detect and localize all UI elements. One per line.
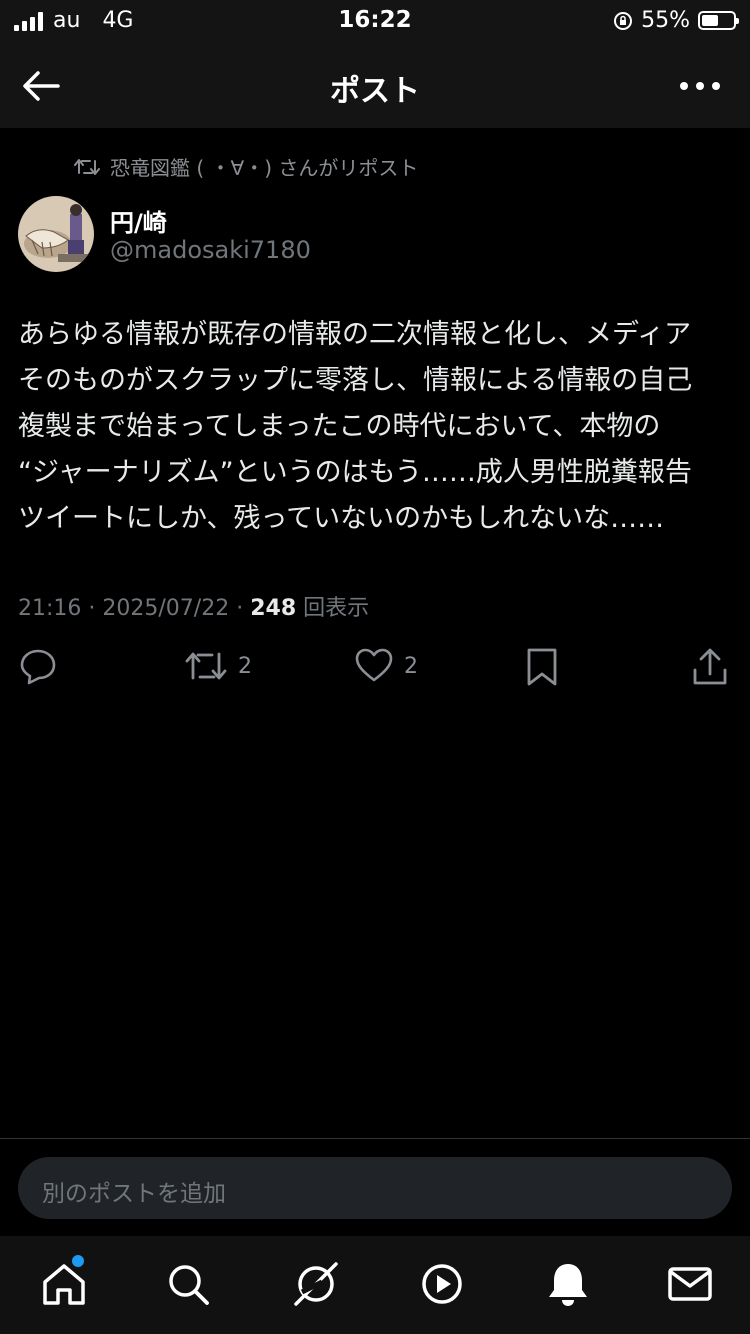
bottom-tab-bar (0, 1236, 750, 1334)
views-count[interactable]: 248 (250, 596, 296, 621)
repost-label: 恐竜図鑑 ( ・∀・) さんがリポスト (110, 156, 419, 180)
home-icon[interactable] (40, 1260, 88, 1308)
add-post-input[interactable]: 別のポストを追加 (18, 1157, 732, 1219)
more-icon[interactable] (678, 72, 722, 100)
author-handle[interactable]: @madosaki7180 (110, 236, 311, 264)
search-icon[interactable] (164, 1260, 212, 1308)
post-meta: 21:16 · 2025/07/22 · 248 回表示 (18, 596, 370, 621)
battery-icon (698, 11, 739, 30)
action-bar: 2 2 (0, 646, 750, 696)
status-bar: au 4G 16:22 55% (0, 0, 750, 42)
repost-context[interactable]: 恐竜図鑑 ( ・∀・) さんがリポスト (74, 152, 418, 181)
top-nav: ポスト (0, 42, 750, 128)
notifications-icon[interactable] (544, 1260, 592, 1308)
post-text-line: “ジャーナリズム”というのはもう……成人男性脱糞報告 (18, 457, 692, 488)
play-icon[interactable] (418, 1260, 466, 1308)
reply-button[interactable] (18, 646, 58, 686)
retweet-icon (185, 652, 227, 680)
divider (0, 1138, 750, 1139)
post-text-line: 複製まで始まってしまったこの時代において、本物の (18, 411, 661, 442)
share-icon (693, 648, 727, 685)
post-text-line: あらゆる情報が既存の情報の二次情報と化し、メディア (18, 319, 692, 350)
post-time: 21:16 (18, 596, 82, 621)
like-icon (355, 648, 393, 682)
views-label: 回表示 (303, 596, 370, 621)
battery-percent: 55% (641, 8, 690, 33)
retweet-count: 2 (238, 653, 252, 679)
messages-icon[interactable] (666, 1260, 714, 1308)
retweet-small-icon (74, 158, 100, 175)
reply-icon (20, 649, 56, 685)
bookmark-icon (527, 648, 557, 686)
author-name[interactable]: 円/崎 (110, 203, 167, 238)
avatar[interactable] (18, 196, 94, 272)
bookmark-button[interactable] (522, 646, 562, 688)
like-count: 2 (404, 653, 418, 679)
post-text: あらゆる情報が既存の情報の二次情報と化し、メディア そのものがスクラップに零落し… (18, 312, 730, 542)
orientation-lock-icon (614, 11, 633, 30)
share-button[interactable] (690, 646, 730, 688)
retweet-button[interactable]: 2 (184, 646, 252, 686)
post-text-line: ツイートにしか、残っていないのかもしれないな…… (18, 503, 665, 534)
home-unread-dot (72, 1255, 84, 1267)
grok-icon[interactable] (292, 1260, 340, 1308)
add-post-placeholder: 別のポストを追加 (42, 1181, 226, 1207)
page-title: ポスト (330, 74, 420, 109)
like-button[interactable]: 2 (354, 646, 418, 686)
status-right: 55% (613, 8, 739, 33)
post-text-line: そのものがスクラップに零落し、情報による情報の自己 (18, 365, 693, 396)
post-date: 2025/07/22 (102, 596, 230, 621)
